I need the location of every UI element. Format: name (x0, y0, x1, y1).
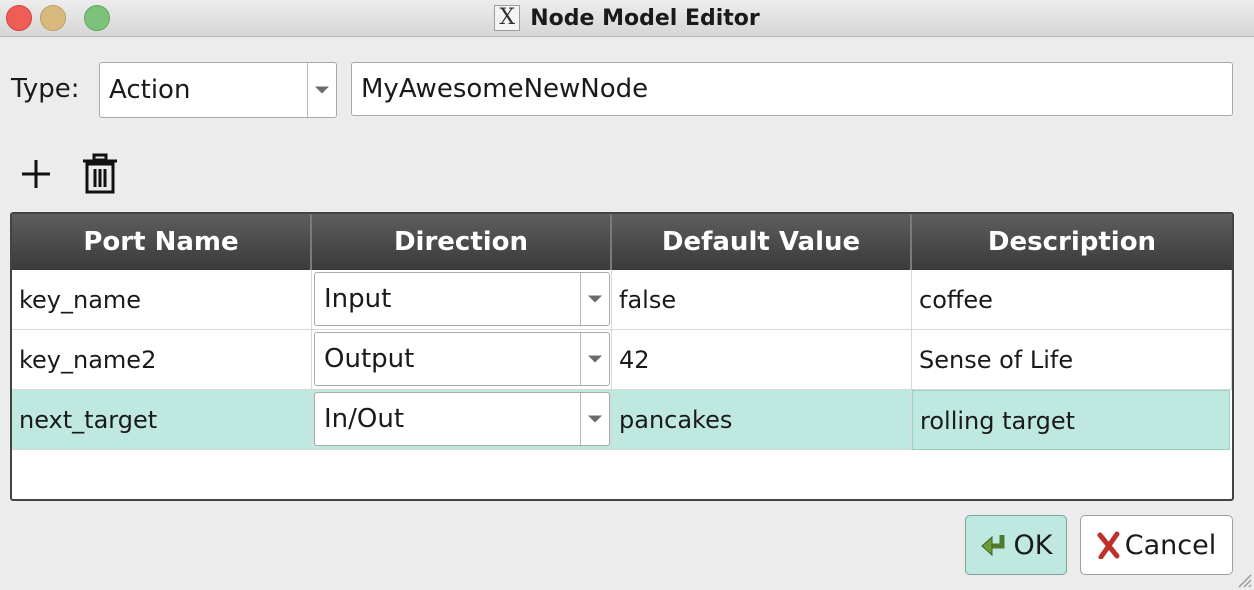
window-title: Node Model Editor (530, 5, 760, 31)
direction-select-value: Output (324, 344, 415, 374)
type-select-arrow[interactable] (307, 63, 336, 117)
type-select[interactable]: Action (99, 62, 337, 118)
port-name-cell[interactable]: next_target (12, 390, 312, 450)
table-row[interactable]: key_name2 Output 42 Sense of Life (12, 330, 1232, 390)
direction-select-arrow[interactable] (580, 393, 609, 445)
direction-cell: In/Out (312, 390, 612, 450)
table-row-selected[interactable]: next_target In/Out pancakes rolling targ… (12, 390, 1232, 450)
direction-select-arrow[interactable] (580, 273, 609, 325)
description-cell[interactable]: rolling target (912, 390, 1230, 450)
trash-icon (83, 153, 117, 194)
chevron-down-icon (588, 355, 602, 363)
cancel-x-icon (1097, 531, 1120, 559)
type-label: Type: (11, 74, 80, 104)
port-name-cell[interactable]: key_name (12, 270, 312, 330)
direction-select-value: In/Out (324, 404, 405, 434)
description-cell[interactable]: coffee (912, 270, 1232, 330)
delete-port-button[interactable] (78, 152, 122, 196)
plus-icon (22, 160, 50, 188)
resize-grip-icon[interactable] (1234, 570, 1252, 588)
default-value-cell[interactable]: pancakes (612, 390, 912, 450)
description-cell[interactable]: Sense of Life (912, 330, 1232, 390)
add-port-button[interactable] (14, 152, 58, 196)
direction-select[interactable]: Output (314, 332, 610, 386)
node-name-input[interactable] (351, 62, 1233, 116)
direction-select[interactable]: Input (314, 272, 610, 326)
column-header-direction[interactable]: Direction (312, 214, 612, 270)
column-header-port-name[interactable]: Port Name (12, 214, 312, 270)
port-name-cell[interactable]: key_name2 (12, 330, 312, 390)
table-row[interactable]: key_name Input false coffee (12, 270, 1232, 330)
default-value-cell[interactable]: false (612, 270, 912, 330)
column-header-default-value[interactable]: Default Value (612, 214, 912, 270)
ports-table: Port Name Direction Default Value Descri… (10, 212, 1234, 501)
ok-button-label: OK (1013, 529, 1053, 561)
chevron-down-icon (588, 295, 602, 303)
type-select-value: Action (109, 75, 191, 105)
direction-cell: Output (312, 330, 612, 390)
return-arrow-icon (980, 535, 1005, 557)
default-value-cell[interactable]: 42 (612, 330, 912, 390)
cancel-button[interactable]: Cancel (1080, 515, 1233, 575)
ok-button[interactable]: OK (965, 515, 1067, 575)
x11-icon: X (494, 5, 521, 31)
table-header: Port Name Direction Default Value Descri… (12, 214, 1232, 270)
column-header-description[interactable]: Description (912, 214, 1232, 270)
title-bar: X Node Model Editor (0, 0, 1254, 37)
direction-select-arrow[interactable] (580, 333, 609, 385)
direction-select[interactable]: In/Out (314, 392, 610, 446)
chevron-down-icon (588, 415, 602, 423)
direction-cell: Input (312, 270, 612, 330)
chevron-down-icon (315, 86, 329, 94)
cancel-button-label: Cancel (1124, 529, 1217, 561)
direction-select-value: Input (324, 284, 392, 314)
